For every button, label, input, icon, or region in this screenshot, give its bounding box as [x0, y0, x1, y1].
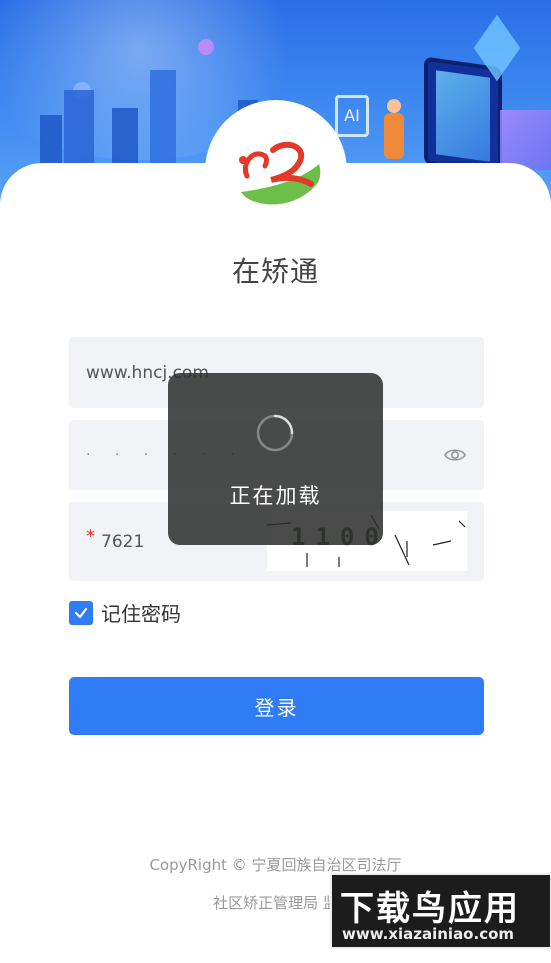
loading-spinner-icon — [256, 414, 294, 452]
watermark-logo: 下载鸟应用 www.xiazainiao.com — [330, 873, 551, 949]
building-decoration — [112, 108, 138, 170]
copyright-text: CopyRight © 宁夏回族自治区司法厅 — [149, 856, 402, 874]
watermark-url: www.xiazainiao.com — [342, 925, 515, 943]
person-illustration — [384, 99, 404, 159]
building-decoration — [40, 115, 62, 170]
loading-toast: 正在加载 — [168, 373, 383, 545]
building-decoration — [150, 70, 176, 170]
login-button[interactable]: 登录 — [69, 677, 484, 735]
app-logo-icon — [239, 141, 321, 205]
loading-message: 正在加载 — [229, 484, 322, 508]
ai-chip-decoration: AI — [335, 95, 369, 137]
required-mark: * — [86, 526, 95, 547]
building-decoration — [64, 90, 94, 170]
watermark-title: 下载鸟应用 — [340, 889, 520, 929]
checkmark-icon — [74, 607, 88, 618]
remember-checkbox[interactable] — [69, 600, 93, 625]
captcha-input-value: 7621 — [101, 531, 145, 552]
eye-icon[interactable] — [444, 444, 466, 466]
cubes-decoration — [500, 110, 551, 170]
purple-orb-decoration — [198, 39, 214, 55]
remember-label: 记住密码 — [101, 602, 181, 626]
monitor-illustration — [424, 56, 502, 176]
app-title: 在矫通 — [231, 255, 319, 288]
remember-password[interactable]: 记住密码 — [69, 598, 181, 627]
